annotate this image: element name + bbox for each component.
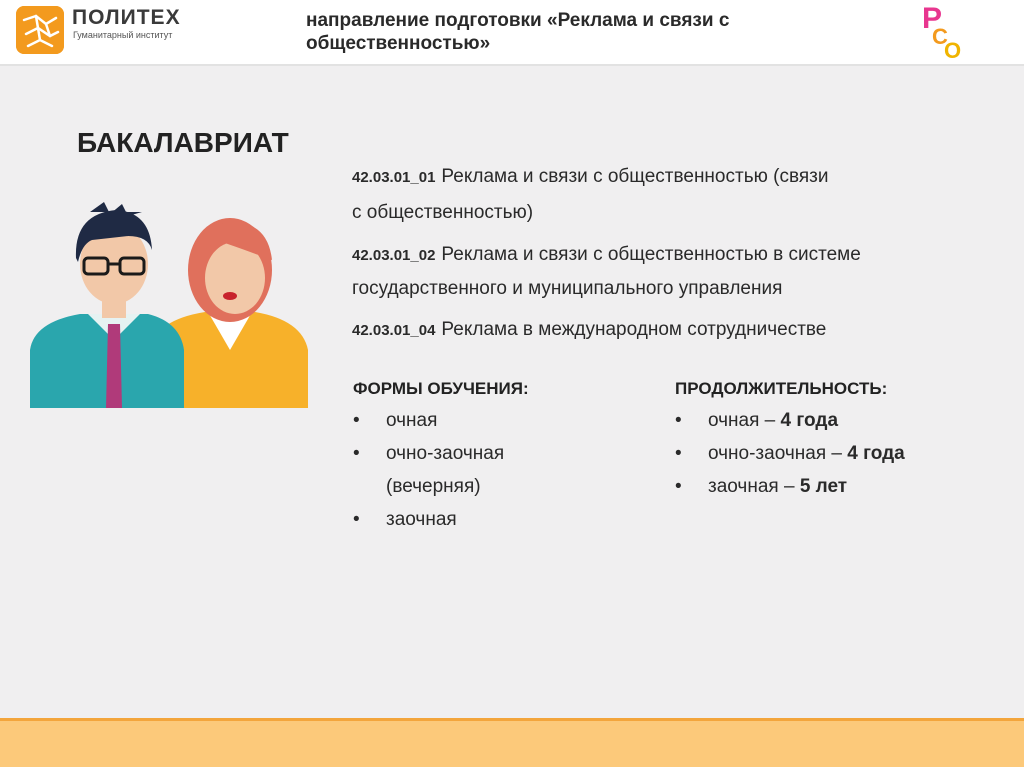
list-item: очно-заочная: [353, 437, 504, 470]
slide-header-title: направление подготовки «Реклама и связи …: [306, 10, 730, 54]
rso-logo-icon: Р С О: [918, 2, 968, 63]
slide-header: ПОЛИТЕХ Гуманитарный институт направлени…: [0, 0, 1024, 66]
duration-separator: –: [826, 443, 848, 464]
list-item: заочная – 5 лет: [675, 470, 905, 503]
level-title: БАКАЛАВРИАТ: [77, 127, 289, 158]
duration-separator: –: [778, 476, 800, 497]
politech-logo-icon: [16, 6, 64, 54]
forms-heading: ФОРМЫ ОБУЧЕНИЯ:: [353, 379, 529, 398]
program-name-continuation: государственного и муниципального управл…: [352, 278, 783, 299]
duration-value: 4 года: [847, 443, 905, 464]
program-item-2-continuation: государственного и муниципального управл…: [352, 272, 782, 306]
duration-form: очно-заочная: [708, 443, 827, 464]
program-name: Реклама и связи с общественностью в сист…: [441, 244, 861, 265]
list-item: заочная: [353, 503, 504, 536]
logo-name: ПОЛИТЕХ: [72, 6, 181, 29]
duration-form: заочная: [708, 476, 779, 497]
list-item-continuation: (вечерняя): [353, 470, 504, 503]
people-illustration-icon: [30, 200, 310, 410]
program-name: Реклама в международном сотрудничестве: [441, 319, 827, 340]
list-item-continuation-text: (вечерняя): [386, 476, 481, 497]
program-item-1-continuation: с общественностью): [352, 196, 533, 230]
program-code: 42.03.01_01: [352, 169, 436, 186]
duration-form: очная: [708, 410, 760, 431]
program-code: 42.03.01_02: [352, 247, 436, 264]
program-item-1: 42.03.01_01 Реклама и связи с общественно…: [352, 160, 828, 195]
duration-separator: –: [759, 410, 781, 431]
list-item: очная – 4 года: [675, 404, 905, 437]
program-name: Реклама и связи с общественностью (связи: [441, 166, 829, 187]
program-item-2: 42.03.01_02 Реклама и связи с общественно…: [352, 238, 861, 273]
program-name-continuation: с общественностью): [352, 202, 534, 223]
forms-list: очная очно-заочная (вечерняя) заочная: [353, 404, 504, 536]
list-item: очно-заочная – 4 года: [675, 437, 905, 470]
slide-footer-bar: [0, 718, 1024, 767]
program-item-3: 42.03.01_04 Реклама в международном сотру…: [352, 313, 826, 348]
list-item: очная: [353, 404, 504, 437]
duration-value: 4 года: [780, 410, 839, 431]
duration-list: очная – 4 года очно-заочная – 4 года зао…: [675, 404, 905, 503]
logo-subtitle: Гуманитарный институт: [73, 30, 173, 40]
program-code: 42.03.01_04: [352, 322, 436, 339]
duration-value: 5 лет: [799, 476, 848, 497]
duration-heading: ПРОДОЛЖИТЕЛЬНОСТЬ:: [675, 379, 888, 398]
svg-text:О: О: [944, 38, 961, 62]
